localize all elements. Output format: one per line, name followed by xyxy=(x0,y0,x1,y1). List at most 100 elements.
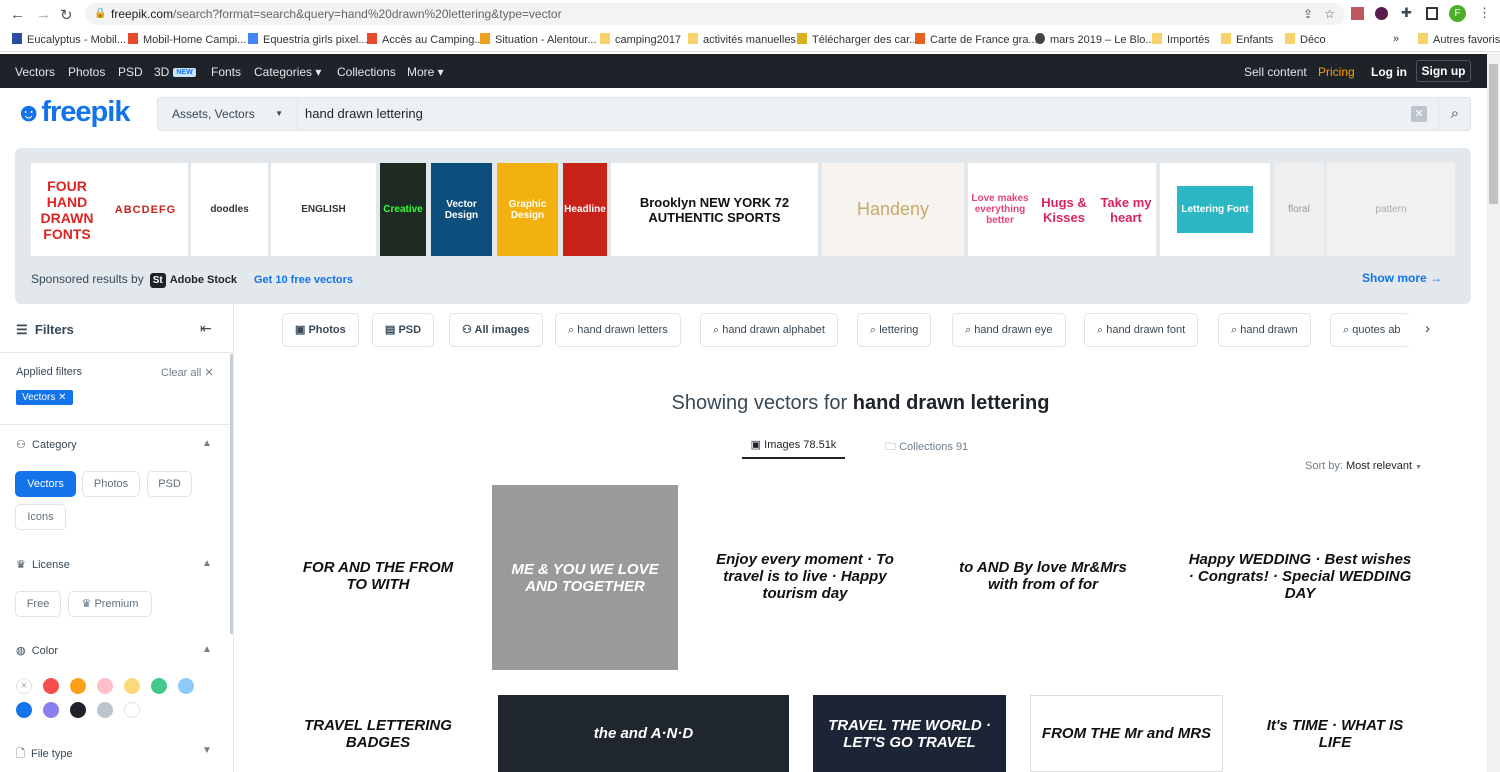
category-psd[interactable]: PSD xyxy=(147,471,192,497)
related-search[interactable]: ⌕ quotes ab xyxy=(1330,313,1410,347)
other-bookmarks[interactable]: Autres favoris xyxy=(1418,33,1500,46)
color-swatch[interactable] xyxy=(97,702,113,718)
chip-photos[interactable]: ▣ Photos xyxy=(282,313,359,347)
sponsored-thumb[interactable]: ABCDEFG xyxy=(103,163,188,256)
bookmark[interactable]: Eucalyptus - Mobil... xyxy=(12,33,126,46)
bookmark-folder[interactable]: activités manuelles xyxy=(688,33,796,46)
asset-type-select[interactable]: Assets, Vectors ▼ xyxy=(158,98,298,130)
clear-all-button[interactable]: Clear all ✕ xyxy=(161,366,214,379)
sponsored-thumb[interactable]: Vector Design xyxy=(431,163,492,256)
bookmark[interactable]: Situation - Alentour... xyxy=(480,33,597,46)
bookmark[interactable]: Mobil-Home Campi... xyxy=(128,33,246,46)
bookmark[interactable]: Equestria girls pixel... xyxy=(248,33,368,46)
chevron-up-icon[interactable]: ▲ xyxy=(202,644,212,655)
tab-images[interactable]: ▣ Images 78.51k xyxy=(742,438,845,459)
related-search[interactable]: ⌕ hand drawn eye xyxy=(952,313,1066,347)
search-button[interactable]: ⌕ xyxy=(1438,98,1471,130)
related-search[interactable]: ⌕ hand drawn font xyxy=(1084,313,1199,347)
color-swatch[interactable] xyxy=(43,678,59,694)
color-swatch[interactable] xyxy=(16,702,32,718)
result-image[interactable]: FROM THE Mr and MRS xyxy=(1030,695,1223,772)
sponsored-thumb[interactable]: Love makes everything better xyxy=(968,163,1032,256)
menu-icon[interactable]: ⋮ xyxy=(1478,5,1491,21)
related-search[interactable]: ⌕ hand drawn xyxy=(1218,313,1311,347)
bookmark[interactable]: Télécharger des car... xyxy=(797,33,918,46)
sell-content-link[interactable]: Sell content xyxy=(1244,65,1307,79)
sidepanel-icon[interactable] xyxy=(1426,7,1438,20)
nav-psd[interactable]: PSD xyxy=(118,65,143,79)
color-header[interactable]: ◍ Color xyxy=(16,644,58,657)
bookmark-folder[interactable]: Enfants xyxy=(1221,33,1273,46)
sponsored-thumb[interactable]: FOUR HAND DRAWN FONTS xyxy=(31,163,103,256)
color-swatch[interactable] xyxy=(124,702,140,718)
sponsored-thumb[interactable]: Headline xyxy=(563,163,607,256)
applied-filter-tag[interactable]: Vectors ✕ xyxy=(16,390,73,405)
related-search[interactable]: ⌕ lettering xyxy=(857,313,932,347)
category-photos[interactable]: Photos xyxy=(82,471,140,497)
color-swatch[interactable] xyxy=(178,678,194,694)
show-more-link[interactable]: Show more → xyxy=(1362,271,1442,285)
forward-icon[interactable]: → xyxy=(36,6,51,23)
nav-vectors[interactable]: Vectors xyxy=(15,65,55,79)
back-icon[interactable]: ← xyxy=(10,6,25,23)
color-swatch[interactable] xyxy=(97,678,113,694)
license-header[interactable]: ♛ License xyxy=(16,558,70,571)
result-image[interactable]: Enjoy every moment · To travel is to liv… xyxy=(700,485,910,667)
color-swatch[interactable] xyxy=(124,678,140,694)
result-image[interactable]: Happy WEDDING · Best wishes · Congrats! … xyxy=(1180,485,1420,667)
sidebar-scrollbar[interactable] xyxy=(230,354,233,634)
nav-more[interactable]: More ▾ xyxy=(407,65,444,79)
bookmark[interactable]: mars 2019 – Le Blo... xyxy=(1035,33,1155,46)
result-image[interactable]: ME & YOU WE LOVE AND TOGETHER xyxy=(492,485,678,670)
category-header[interactable]: ⚇ Category xyxy=(16,438,77,451)
result-image[interactable]: the and A·N·D xyxy=(498,695,789,772)
category-icons[interactable]: Icons xyxy=(15,504,66,530)
tab-collections[interactable]: 🗀 Collections 91 xyxy=(885,438,968,457)
result-image[interactable]: TRAVEL THE WORLD · LET'S GO TRAVEL xyxy=(813,695,1006,772)
chip-all-images[interactable]: ⚇ All images xyxy=(449,313,543,347)
color-swatch[interactable] xyxy=(70,702,86,718)
sponsored-thumb[interactable]: Creative xyxy=(380,163,426,256)
chip-psd[interactable]: ▤ PSD xyxy=(372,313,435,347)
nav-categories[interactable]: Categories ▾ xyxy=(254,65,321,79)
chevron-down-icon[interactable]: ▼ xyxy=(202,745,212,756)
result-image[interactable]: to AND By love Mr&Mrs with from of for xyxy=(950,485,1136,667)
bookmark[interactable]: Accès au Camping... xyxy=(367,33,484,46)
color-swatch[interactable] xyxy=(43,702,59,718)
category-vectors[interactable]: Vectors xyxy=(15,471,76,497)
related-search[interactable]: ⌕ hand drawn alphabet xyxy=(700,313,838,347)
chevron-right-icon[interactable]: › xyxy=(1425,320,1430,337)
sponsored-thumb[interactable]: ENGLISH xyxy=(271,163,376,256)
collapse-sidebar-icon[interactable]: ⇤ xyxy=(200,320,212,337)
nav-3d[interactable]: 3D NEW xyxy=(154,65,196,79)
nav-photos[interactable]: Photos xyxy=(68,65,105,79)
bookmark-folder[interactable]: Déco xyxy=(1285,33,1326,46)
sort-select[interactable]: Sort by: Most relevant ▼ xyxy=(1305,460,1422,472)
profile-avatar[interactable]: F xyxy=(1449,5,1466,22)
sponsored-thumb[interactable]: Handeny xyxy=(822,163,964,256)
sponsored-thumb[interactable]: floral xyxy=(1274,163,1324,256)
clear-search-button[interactable]: ✕ xyxy=(1411,106,1427,122)
chevron-up-icon[interactable]: ▲ xyxy=(202,558,212,569)
puzzle-icon[interactable]: ✚ xyxy=(1401,5,1412,21)
bookmark-folder[interactable]: camping2017 xyxy=(600,33,681,46)
related-search[interactable]: ⌕ hand drawn letters xyxy=(555,313,681,347)
share-icon[interactable]: ⇪ xyxy=(1303,3,1313,25)
reload-icon[interactable]: ↻ xyxy=(60,6,73,24)
address-bar[interactable]: 🔒 freepik.com/search?format=search&query=… xyxy=(85,3,1345,25)
freepik-logo[interactable]: ☻freepik xyxy=(15,96,130,129)
more-bookmarks-button[interactable]: » xyxy=(1393,33,1399,45)
sponsored-thumb[interactable]: Take my heart xyxy=(1096,163,1156,256)
scrollbar[interactable] xyxy=(1487,54,1500,772)
color-swatch[interactable] xyxy=(151,678,167,694)
color-swatch[interactable]: × xyxy=(16,678,32,694)
chevron-up-icon[interactable]: ▲ xyxy=(202,438,212,449)
star-icon[interactable]: ☆ xyxy=(1324,3,1335,25)
sponsored-thumb[interactable]: doodles xyxy=(191,163,268,256)
license-free[interactable]: Free xyxy=(15,591,61,617)
filetype-header[interactable]: 🗋 File type xyxy=(16,745,73,764)
bookmark-folder[interactable]: Importés xyxy=(1152,33,1210,46)
license-premium[interactable]: ♛ Premium xyxy=(68,591,152,617)
sponsored-thumb[interactable]: Lettering Font xyxy=(1160,163,1270,256)
signup-button[interactable]: Sign up xyxy=(1416,60,1471,82)
